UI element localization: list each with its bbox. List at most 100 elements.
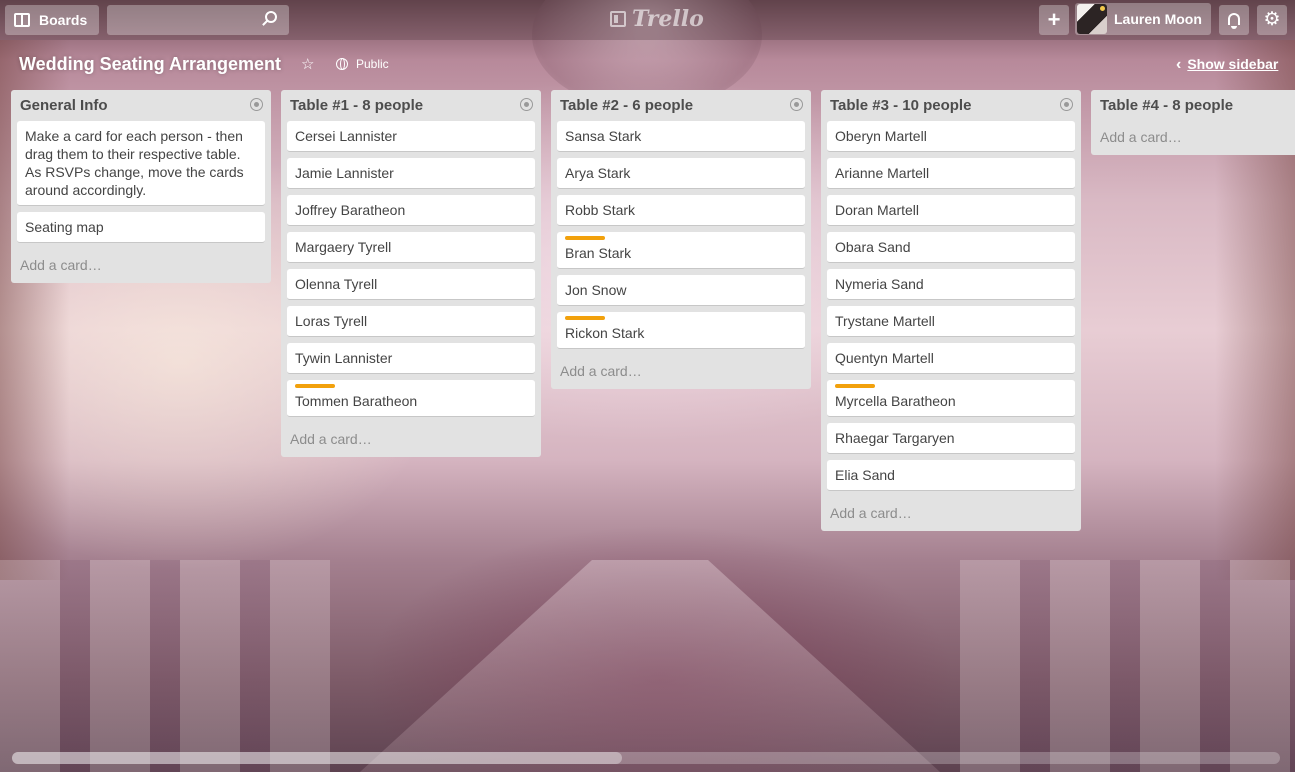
- chevron-left-icon: ‹: [1176, 56, 1182, 73]
- card[interactable]: Rhaegar Targaryen: [827, 423, 1075, 454]
- list-table-4[interactable]: Table #4 - 8 people Add a card…: [1091, 90, 1295, 155]
- card-text: Joffrey Baratheon: [295, 202, 406, 218]
- card[interactable]: Tywin Lannister: [287, 343, 535, 374]
- card-text: Jamie Lannister: [295, 165, 394, 181]
- list-table-1[interactable]: Table #1 - 8 people Cersei Lannister Jam…: [281, 90, 541, 457]
- list-header: General Info: [17, 90, 265, 121]
- card[interactable]: Trystane Martell: [827, 306, 1075, 337]
- card-text: Bran Stark: [565, 245, 632, 261]
- card-text: Oberyn Martell: [835, 128, 927, 144]
- list-table-3[interactable]: Table #3 - 10 people Oberyn Martell Aria…: [821, 90, 1081, 531]
- card-label-orange: [565, 316, 605, 320]
- trello-logo-icon: [610, 11, 626, 27]
- horizontal-scrollbar[interactable]: [12, 752, 1280, 764]
- search-icon[interactable]: [265, 11, 277, 23]
- card-text: Olenna Tyrell: [295, 276, 378, 292]
- card[interactable]: Nymeria Sand: [827, 269, 1075, 300]
- scrollbar-thumb[interactable]: [12, 752, 622, 764]
- card[interactable]: Bran Stark: [557, 232, 805, 269]
- card[interactable]: Margaery Tyrell: [287, 232, 535, 263]
- list-menu-icon[interactable]: [790, 98, 803, 111]
- card-text: Loras Tyrell: [295, 313, 368, 329]
- card[interactable]: Loras Tyrell: [287, 306, 535, 337]
- card-text: Cersei Lannister: [295, 128, 397, 144]
- card-label-orange: [565, 236, 605, 240]
- star-icon[interactable]: ☆: [301, 55, 314, 73]
- globe-icon: [336, 58, 348, 70]
- card-text: Arianne Martell: [835, 165, 930, 181]
- card-text: Seating map: [25, 219, 104, 235]
- list-title[interactable]: Table #2 - 6 people: [560, 97, 693, 114]
- list-menu-icon[interactable]: [1060, 98, 1073, 111]
- card-text: Trystane Martell: [835, 313, 935, 329]
- card-text: Rickon Stark: [565, 325, 645, 341]
- card-text: Jon Snow: [565, 282, 627, 298]
- card-text: Tommen Baratheon: [295, 393, 418, 409]
- board-title[interactable]: Wedding Seating Arrangement: [19, 54, 281, 75]
- card[interactable]: Elia Sand: [827, 460, 1075, 491]
- card-text: Make a card for each person - then drag …: [25, 128, 244, 198]
- boards-button-label: Boards: [39, 12, 88, 28]
- card[interactable]: Quentyn Martell: [827, 343, 1075, 374]
- add-card-link[interactable]: Add a card…: [827, 497, 1075, 525]
- card-text: Arya Stark: [565, 165, 631, 181]
- list-general-info[interactable]: General Info Make a card for each person…: [11, 90, 271, 283]
- add-card-link[interactable]: Add a card…: [287, 423, 535, 451]
- card-text: Tywin Lannister: [295, 350, 393, 366]
- background-banquet-table: [360, 560, 940, 772]
- background-chairs-left: [0, 560, 330, 772]
- card[interactable]: Jon Snow: [557, 275, 805, 306]
- bell-icon: [1228, 13, 1240, 29]
- card[interactable]: Jamie Lannister: [287, 158, 535, 189]
- boards-button[interactable]: Boards: [5, 5, 99, 35]
- list-title[interactable]: Table #4 - 8 people: [1100, 97, 1233, 114]
- card[interactable]: Make a card for each person - then drag …: [17, 121, 265, 206]
- card-text: Rhaegar Targaryen: [835, 430, 955, 446]
- card[interactable]: Seating map: [17, 212, 265, 243]
- card[interactable]: Cersei Lannister: [287, 121, 535, 152]
- list-header: Table #2 - 6 people: [557, 90, 805, 121]
- card[interactable]: Obara Sand: [827, 232, 1075, 263]
- card[interactable]: Tommen Baratheon: [287, 380, 535, 417]
- settings-button[interactable]: ⚙: [1257, 5, 1287, 35]
- list-menu-icon[interactable]: [520, 98, 533, 111]
- list-title[interactable]: Table #3 - 10 people: [830, 97, 971, 114]
- card[interactable]: Oberyn Martell: [827, 121, 1075, 152]
- card-text: Doran Martell: [835, 202, 920, 218]
- show-sidebar-link[interactable]: ‹ Show sidebar: [1176, 56, 1278, 74]
- add-card-link[interactable]: Add a card…: [557, 355, 805, 383]
- list-menu-icon[interactable]: [250, 98, 263, 111]
- card[interactable]: Robb Stark: [557, 195, 805, 226]
- visibility-button[interactable]: Public: [336, 57, 389, 71]
- gear-icon: ⚙: [1263, 9, 1281, 30]
- card-text: Robb Stark: [565, 202, 636, 218]
- add-card-link[interactable]: Add a card…: [1097, 121, 1289, 149]
- list-header: Table #3 - 10 people: [827, 90, 1075, 121]
- card[interactable]: Arya Stark: [557, 158, 805, 189]
- visibility-label: Public: [356, 57, 389, 71]
- list-title[interactable]: General Info: [20, 97, 108, 114]
- card[interactable]: Sansa Stark: [557, 121, 805, 152]
- user-menu-button[interactable]: Lauren Moon: [1075, 3, 1211, 35]
- card[interactable]: Myrcella Baratheon: [827, 380, 1075, 417]
- card[interactable]: Doran Martell: [827, 195, 1075, 226]
- list-title[interactable]: Table #1 - 8 people: [290, 97, 423, 114]
- card-text: Elia Sand: [835, 467, 895, 483]
- card-text: Myrcella Baratheon: [835, 393, 956, 409]
- top-header-bar: Boards Trello + Lauren Moon ⚙: [0, 0, 1295, 40]
- notifications-button[interactable]: [1219, 5, 1249, 35]
- card[interactable]: Olenna Tyrell: [287, 269, 535, 300]
- card[interactable]: Joffrey Baratheon: [287, 195, 535, 226]
- trello-logo[interactable]: Trello: [610, 7, 704, 31]
- card-text: Quentyn Martell: [835, 350, 934, 366]
- add-button[interactable]: +: [1039, 5, 1069, 35]
- card[interactable]: Arianne Martell: [827, 158, 1075, 189]
- card[interactable]: Rickon Stark: [557, 312, 805, 349]
- list-header: Table #4 - 8 people: [1097, 90, 1289, 121]
- avatar: [1077, 4, 1107, 34]
- add-card-link[interactable]: Add a card…: [17, 249, 265, 277]
- list-table-2[interactable]: Table #2 - 6 people Sansa Stark Arya Sta…: [551, 90, 811, 389]
- card-label-orange: [835, 384, 875, 388]
- trello-logo-text: Trello: [632, 6, 704, 32]
- search-input[interactable]: [107, 5, 289, 35]
